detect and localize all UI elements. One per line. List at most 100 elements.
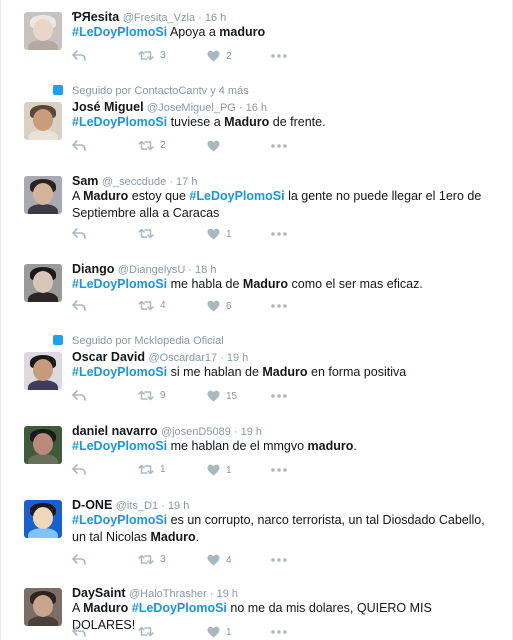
retweet-button[interactable]: 2 (138, 140, 166, 151)
display-name[interactable]: D-ONE (72, 498, 112, 512)
more-button[interactable] (271, 558, 287, 562)
more-button[interactable] (271, 468, 287, 472)
tweet[interactable]: DaySaint @HaloThrasher · 19 hA Maduro #L… (1, 578, 512, 640)
reply-icon (72, 300, 86, 311)
like-button[interactable]: 1 (207, 464, 232, 476)
display-name[interactable]: DaySaint (72, 586, 126, 600)
avatar[interactable] (24, 588, 62, 626)
more-button[interactable] (271, 232, 287, 236)
heart-icon (207, 390, 220, 402)
tweet[interactable]: ƤЯesita @Fresita_Vzla · 16 h #LeDoyPlomoS… (1, 0, 512, 77)
handle[interactable]: @its_D1 (116, 500, 158, 512)
hashtag-link[interactable]: #LeDoyPlomoSi (72, 513, 167, 527)
more-button[interactable] (271, 54, 287, 58)
display-name[interactable]: José Miguel (72, 100, 144, 114)
like-button[interactable]: 4 (207, 554, 232, 566)
retweet-icon (138, 50, 154, 61)
display-name[interactable]: ƤЯesita (72, 10, 119, 24)
display-name[interactable]: daniel navarro (72, 424, 157, 438)
more-icon (271, 232, 287, 236)
reply-button[interactable] (72, 140, 86, 151)
display-name[interactable]: Diango (72, 262, 114, 276)
reply-button[interactable] (72, 464, 86, 475)
retweet-button[interactable] (138, 626, 160, 637)
retweet-icon (138, 554, 154, 565)
timestamp[interactable]: 18 h (195, 264, 216, 276)
timestamp[interactable]: 19 h (227, 352, 248, 364)
more-button[interactable] (271, 144, 287, 148)
hashtag-link[interactable]: #LeDoyPlomoSi (132, 601, 227, 615)
hashtag-link[interactable]: #LeDoyPlomoSi (189, 189, 284, 203)
timestamp[interactable]: 19 h (217, 588, 238, 600)
avatar[interactable] (24, 12, 62, 50)
heart-icon (207, 50, 220, 62)
handle[interactable]: @Fresita_Vzla (123, 12, 195, 24)
handle[interactable]: @DiangelysU (118, 264, 185, 276)
display-name[interactable]: Sam (72, 174, 98, 188)
avatar[interactable] (24, 264, 62, 302)
like-button[interactable] (207, 140, 226, 152)
tweet[interactable]: Seguido por ContactoCantv y 4 más José Mi… (1, 76, 512, 165)
avatar[interactable] (24, 500, 62, 538)
like-button[interactable]: 2 (207, 50, 232, 62)
retweet-count: 9 (160, 390, 166, 401)
timestamp[interactable]: 17 h (176, 176, 197, 188)
tweet[interactable]: Seguido por Mcklopedia Oficial Oscar Davi… (1, 324, 512, 415)
handle[interactable]: @josenD5089 (161, 426, 231, 438)
reply-button[interactable] (72, 50, 86, 61)
tweet[interactable]: Diango @DiangelysU · 18 h #LeDoyPlomoSi m… (1, 252, 512, 325)
avatar[interactable] (24, 176, 62, 214)
tweet-actions: 34 (72, 554, 492, 568)
social-context: Seguido por Mcklopedia Oficial (53, 335, 224, 347)
reply-button[interactable] (72, 390, 86, 401)
retweet-button[interactable]: 9 (138, 390, 166, 401)
reply-button[interactable] (72, 228, 86, 239)
hashtag-link[interactable]: #LeDoyPlomoSi (72, 439, 167, 453)
tweet[interactable]: daniel navarro @josenD5089 · 19 h #LeDoyP… (1, 414, 512, 489)
retweet-button[interactable] (138, 228, 160, 239)
text-segment: me hablan de el mmgvo (167, 439, 308, 453)
tweet[interactable]: D-ONE @its_D1 · 19 h #LeDoyPlomoSi es un … (1, 488, 512, 579)
tweet[interactable]: Sam @_seccdude · 17 hA Maduro estoy que … (1, 164, 512, 253)
retweet-button[interactable]: 1 (138, 464, 166, 475)
timestamp[interactable]: 19 h (168, 500, 189, 512)
tweet-header: D-ONE @its_D1 · 19 h (72, 498, 189, 512)
handle[interactable]: @JoseMiguel_PG (147, 102, 236, 114)
avatar[interactable] (24, 102, 62, 140)
reply-button[interactable] (72, 626, 86, 637)
text-segment: A (72, 601, 84, 615)
avatar[interactable] (24, 426, 62, 464)
timestamp[interactable]: 16 h (246, 102, 267, 114)
retweet-button[interactable]: 4 (138, 300, 166, 311)
more-button[interactable] (271, 394, 287, 398)
handle[interactable]: @HaloThrasher (129, 588, 207, 600)
like-count: 1 (226, 228, 232, 240)
timestamp[interactable]: 16 h (205, 12, 226, 24)
reply-button[interactable] (72, 300, 86, 311)
hashtag-link[interactable]: #LeDoyPlomoSi (72, 365, 167, 379)
handle[interactable]: @Oscardar17 (148, 352, 217, 364)
text-segment: . (353, 439, 357, 453)
more-button[interactable] (271, 304, 287, 308)
retweet-button[interactable]: 3 (138, 50, 166, 61)
like-button[interactable]: 15 (207, 390, 237, 402)
handle[interactable]: @_seccdude (102, 176, 166, 188)
retweet-button[interactable]: 3 (138, 554, 166, 565)
retweet-icon (138, 626, 154, 637)
reply-button[interactable] (72, 554, 86, 565)
timestamp[interactable]: 19 h (241, 426, 262, 438)
highlighted-term: Maduro (83, 189, 129, 203)
hashtag-link[interactable]: #LeDoyPlomoSi (72, 277, 167, 291)
avatar[interactable] (24, 352, 62, 390)
more-button[interactable] (271, 630, 287, 634)
tweet-header: ƤЯesita @Fresita_Vzla · 16 h (72, 10, 226, 24)
hashtag-link[interactable]: #LeDoyPlomoSi (72, 115, 167, 129)
like-button[interactable]: 1 (207, 626, 232, 638)
tweet-actions: 32 (72, 50, 492, 64)
follow-icon (53, 335, 63, 345)
like-button[interactable]: 6 (207, 300, 232, 312)
display-name[interactable]: Oscar David (72, 350, 145, 364)
more-icon (271, 558, 287, 562)
hashtag-link[interactable]: #LeDoyPlomoSi (72, 25, 167, 39)
like-button[interactable]: 1 (207, 228, 232, 240)
